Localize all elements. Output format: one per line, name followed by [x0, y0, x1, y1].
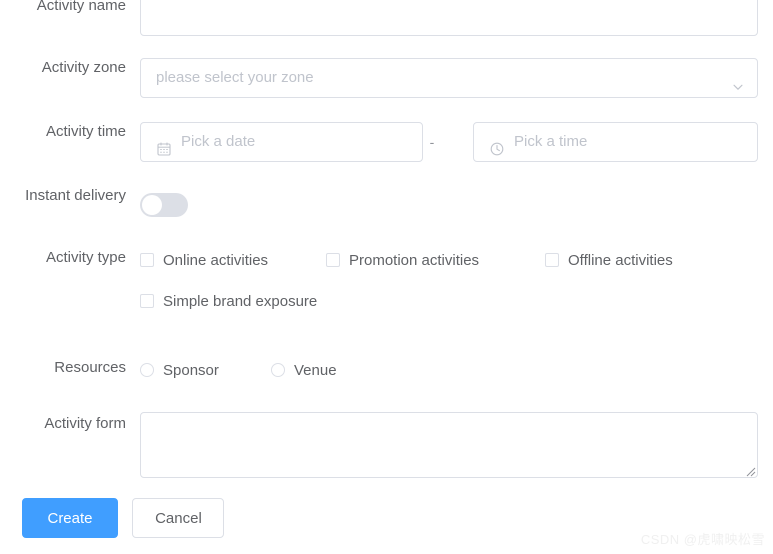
- checkbox-label: Offline activities: [568, 251, 673, 269]
- checkbox-box[interactable]: [326, 253, 340, 267]
- control-instant-delivery: [140, 186, 773, 222]
- checkbox-box[interactable]: [140, 294, 154, 308]
- instant-delivery-toggle[interactable]: [140, 193, 188, 217]
- resize-handle-icon[interactable]: [744, 464, 756, 477]
- watermark-text: CSDN @虎啸映松雪: [640, 532, 765, 547]
- control-activity-form: [140, 412, 773, 478]
- activity-zone-select[interactable]: please select your zone: [140, 58, 758, 98]
- checkbox-box[interactable]: [140, 253, 154, 267]
- form-row-activity-time: Activity time Pick a date - Pick a time: [0, 122, 773, 162]
- resources-radio-group: Sponsor Venue: [140, 358, 773, 382]
- calendar-icon: [156, 134, 172, 156]
- activity-time-placeholder: Pick a time: [514, 133, 588, 150]
- radio-circle[interactable]: [271, 363, 285, 377]
- label-activity-name: Activity name: [36, 0, 126, 14]
- label-activity-form: Activity form: [44, 415, 126, 432]
- toggle-knob: [142, 195, 162, 215]
- form-row-resources: Resources Sponsor Venue: [0, 358, 773, 382]
- checkbox-box[interactable]: [545, 253, 559, 267]
- label-resources: Resources: [54, 359, 126, 376]
- form-row-activity-zone: Activity zone please select your zone: [0, 58, 773, 98]
- clock-icon: [489, 134, 505, 156]
- activity-type-checkbox-group: Online activities Promotion activities O…: [140, 248, 773, 313]
- checkbox-label: Simple brand exposure: [163, 292, 318, 310]
- radio-label: Sponsor: [163, 361, 219, 379]
- checkbox-option-simple-brand-exposure[interactable]: Simple brand exposure: [140, 289, 773, 313]
- form-row-activity-form: Activity form: [0, 412, 773, 478]
- activity-form: Activity name Activity zone please selec…: [0, 0, 773, 554]
- label-activity-time: Activity time: [45, 123, 126, 140]
- chevron-down-icon[interactable]: [731, 71, 745, 90]
- checkbox-label: Promotion activities: [349, 251, 480, 269]
- activity-name-input[interactable]: [140, 0, 758, 36]
- control-activity-name: [140, 0, 773, 36]
- radio-circle[interactable]: [140, 363, 154, 377]
- checkbox-option-online-activities[interactable]: Online activities: [140, 248, 326, 272]
- checkbox-option-offline-activities[interactable]: Offline activities: [545, 248, 673, 272]
- checkbox-label: Online activities: [163, 251, 269, 269]
- checkbox-option-promotion-activities[interactable]: Promotion activities: [326, 248, 545, 272]
- form-row-instant-delivery: Instant delivery: [0, 186, 773, 222]
- control-activity-time: Pick a date - Pick a time: [140, 122, 773, 162]
- activity-form-textarea[interactable]: [140, 412, 758, 478]
- control-activity-zone: please select your zone: [140, 58, 773, 98]
- label-activity-type: Activity type: [45, 249, 126, 266]
- form-row-activity-type: Activity type Online activities Promotio…: [0, 248, 773, 313]
- form-row-activity-name: Activity name: [0, 0, 773, 36]
- label-activity-zone: Activity zone: [41, 59, 126, 76]
- label-instant-delivery: Instant delivery: [25, 187, 126, 204]
- radio-option-sponsor[interactable]: Sponsor: [140, 358, 271, 382]
- radio-label: Venue: [294, 361, 337, 379]
- activity-zone-placeholder: please select your zone: [156, 69, 314, 86]
- activity-date-input[interactable]: Pick a date: [140, 122, 423, 162]
- create-button[interactable]: Create: [22, 498, 118, 538]
- radio-option-venue[interactable]: Venue: [271, 358, 337, 382]
- activity-time-input[interactable]: Pick a time: [473, 122, 758, 162]
- activity-date-placeholder: Pick a date: [181, 133, 256, 150]
- cancel-button[interactable]: Cancel: [132, 498, 225, 538]
- datetime-separator: -: [429, 134, 435, 150]
